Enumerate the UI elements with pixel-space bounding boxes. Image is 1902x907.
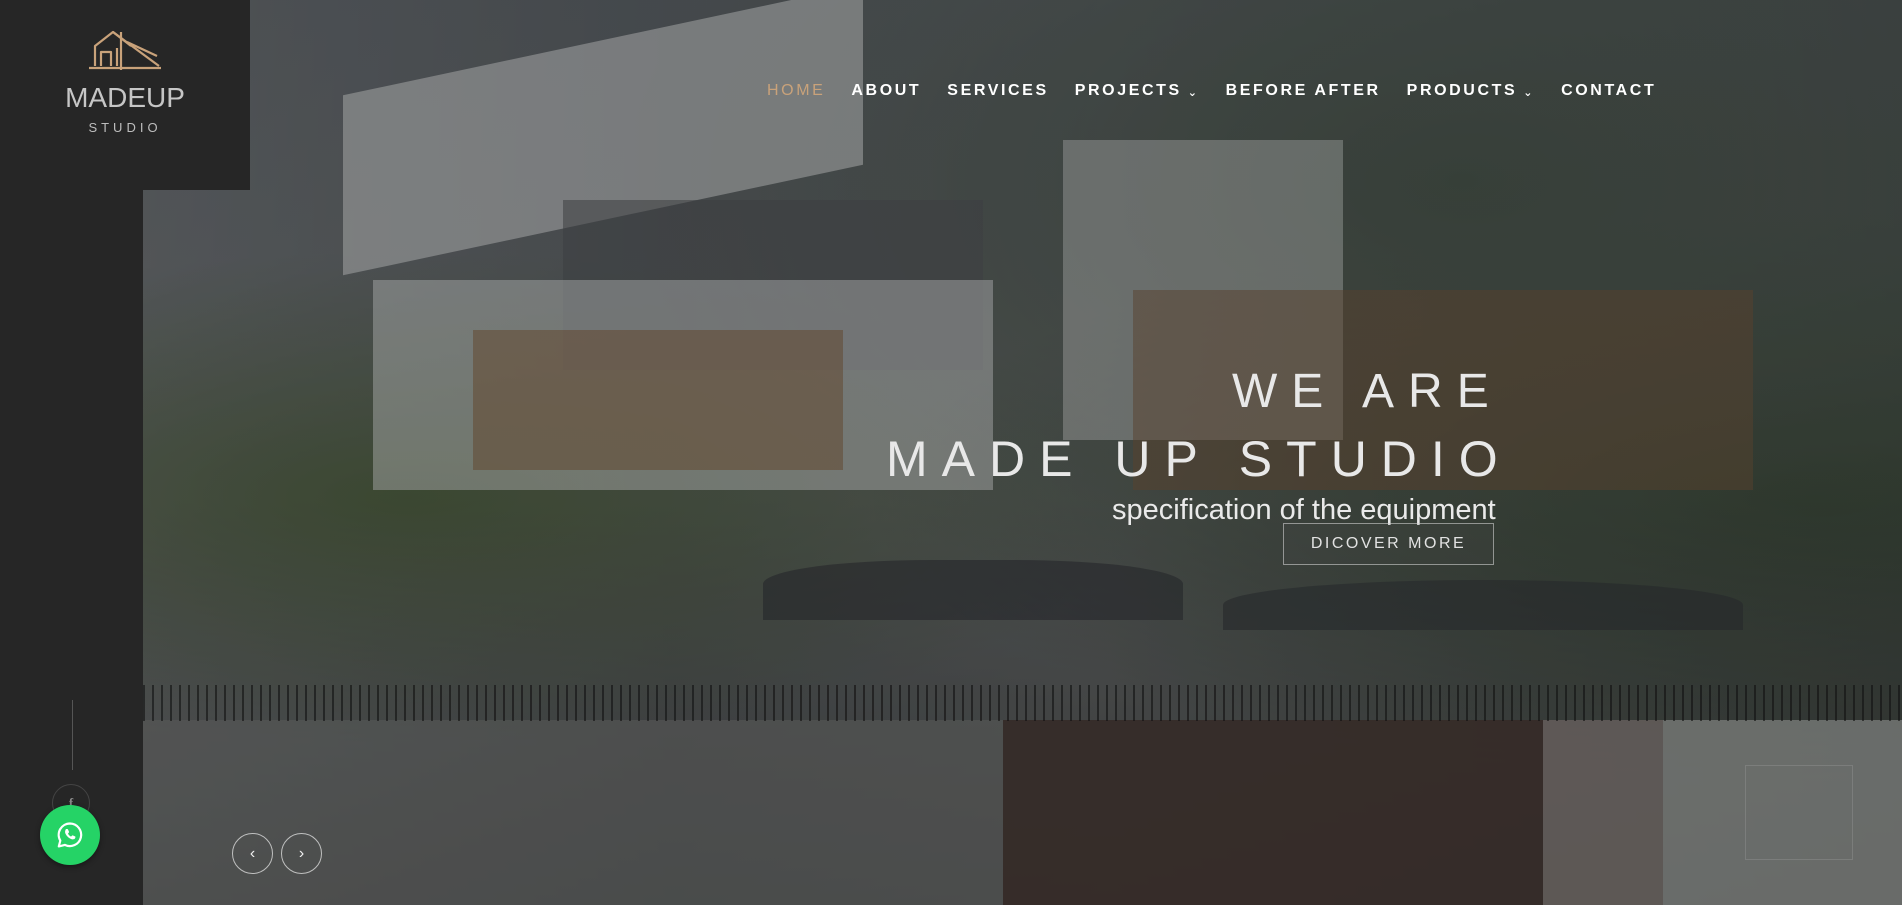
nav-item-label: CONTACT [1561,82,1657,99]
house-outline-icon [89,30,161,70]
divider-line [72,700,73,770]
nav-item-label: PROJECTS [1074,82,1182,99]
main-nav: HOME ABOUT SERVICES PROJECTS ⌄ BEFORE AF… [767,82,1656,100]
discover-more-button[interactable]: DICOVER MORE [1283,523,1494,565]
hero-title-line-2: MADE UP STUDIO [886,431,1512,487]
nav-item-services[interactable]: SERVICES [947,82,1048,100]
nav-item-projects[interactable]: PROJECTS ⌄ [1075,82,1200,100]
nav-item-contact[interactable]: CONTACT [1561,82,1656,100]
nav-item-home[interactable]: HOME [767,82,825,100]
nav-item-label: SERVICES [947,82,1049,99]
brand-tagline: STUDIO [88,120,162,135]
nav-item-before-after[interactable]: BEFORE AFTER [1226,82,1381,100]
chevron-left-icon: ‹ [249,844,256,862]
whatsapp-button[interactable] [40,805,100,865]
nav-item-label: PRODUCTS [1406,82,1518,99]
logo[interactable]: MADEUP STUDIO [0,0,250,190]
chevron-down-icon: ⌄ [1187,86,1200,99]
slider-next-button[interactable]: › [281,833,322,874]
slider-prev-button[interactable]: ‹ [232,833,273,874]
nav-item-about[interactable]: ABOUT [851,82,921,100]
nav-item-label: HOME [767,82,826,99]
chevron-right-icon: › [298,844,305,862]
nav-item-label: BEFORE AFTER [1225,82,1381,99]
chevron-down-icon: ⌄ [1523,86,1536,99]
nav-item-products[interactable]: PRODUCTS ⌄ [1407,82,1535,100]
faint-frame [1745,765,1853,860]
hero-title-line-1: WE ARE [1232,365,1503,418]
whatsapp-icon [57,822,83,848]
brand-name: MADEUP [65,82,185,113]
nav-item-label: ABOUT [851,82,922,99]
